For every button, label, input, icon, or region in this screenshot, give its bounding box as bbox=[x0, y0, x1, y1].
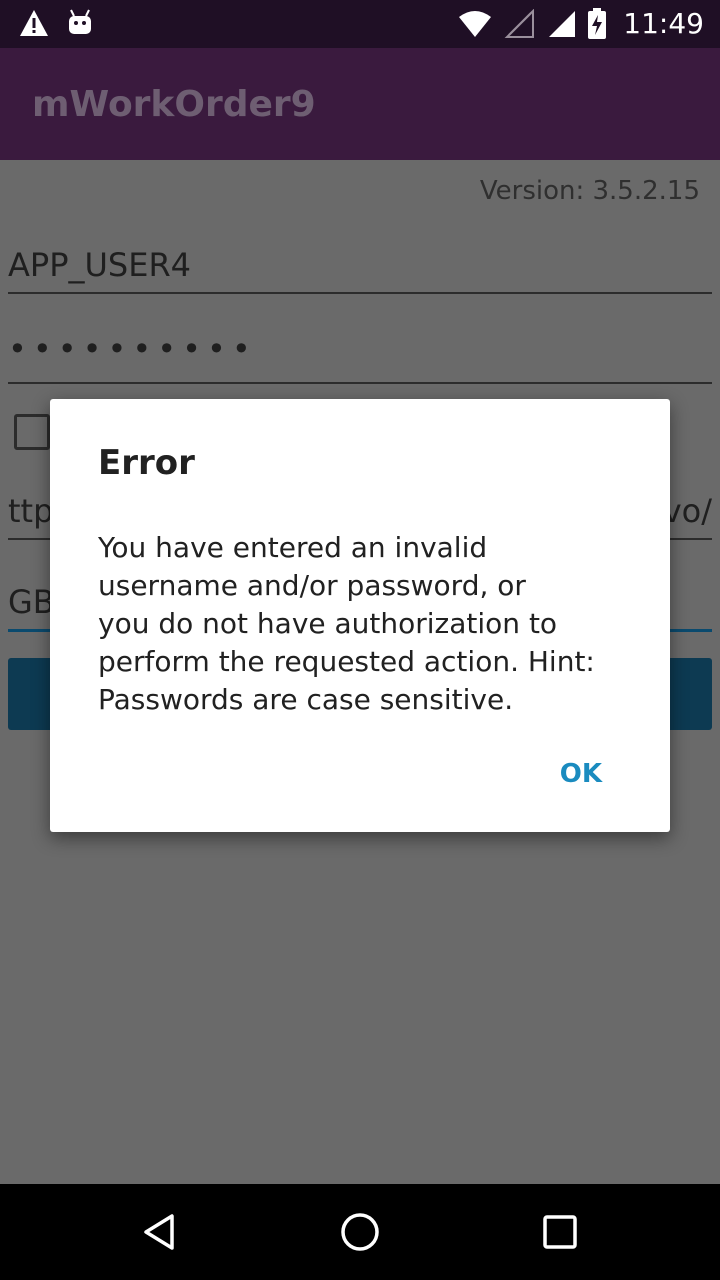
status-right-icons: 11:49 bbox=[457, 6, 704, 42]
server-url-prefix: ttp bbox=[8, 492, 54, 530]
signal-icon bbox=[549, 11, 576, 37]
status-bar: 11:49 bbox=[0, 0, 720, 48]
signal-empty-icon bbox=[504, 9, 535, 38]
dialog-title: Error bbox=[98, 443, 195, 483]
app-title: mWorkOrder9 bbox=[32, 84, 316, 125]
status-time: 11:49 bbox=[623, 7, 704, 40]
recents-icon[interactable] bbox=[536, 1208, 584, 1256]
site-value: GB bbox=[8, 583, 55, 621]
back-icon[interactable] bbox=[136, 1208, 184, 1256]
dialog-message: You have entered an invalid username and… bbox=[98, 531, 595, 716]
version-label: Version: 3.5.2.15 bbox=[479, 176, 700, 206]
screen: 11:49 mWorkOrder9 Version: 3.5.2.15 APP_… bbox=[0, 0, 720, 1280]
status-left-icons bbox=[18, 8, 94, 38]
remember-checkbox[interactable] bbox=[14, 414, 50, 450]
error-dialog: Error You have entered an invalid userna… bbox=[50, 399, 670, 832]
ok-button[interactable]: OK bbox=[560, 759, 602, 789]
server-url-suffix: vo/ bbox=[662, 492, 712, 530]
username-field[interactable]: APP_USER4 bbox=[8, 220, 712, 294]
password-value: •••••••••• bbox=[8, 330, 257, 368]
home-icon[interactable] bbox=[336, 1208, 384, 1256]
app-bar: mWorkOrder9 bbox=[0, 48, 720, 160]
warning-icon bbox=[20, 10, 48, 36]
android-icon bbox=[69, 9, 91, 34]
password-field[interactable]: •••••••••• bbox=[8, 310, 712, 384]
wifi-icon bbox=[459, 11, 492, 37]
navigation-bar bbox=[0, 1184, 720, 1280]
battery-charging-icon bbox=[588, 8, 607, 39]
username-value: APP_USER4 bbox=[8, 246, 192, 284]
